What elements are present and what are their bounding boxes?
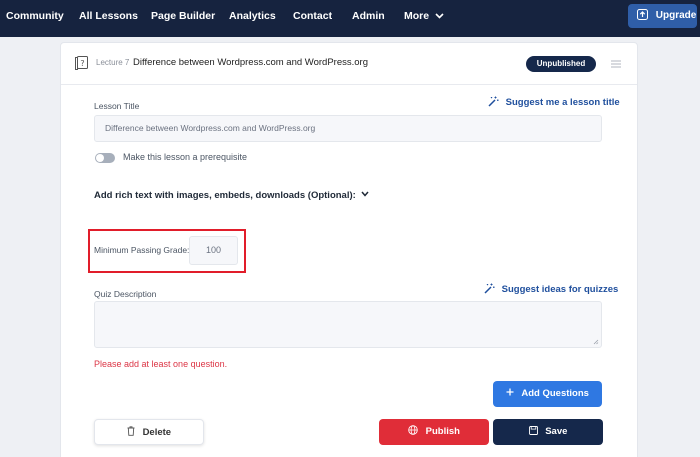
quiz-description-textarea[interactable] xyxy=(94,301,602,348)
lesson-title-label: Lesson Title xyxy=(94,101,140,111)
upgrade-button[interactable]: Upgrade xyxy=(628,4,697,28)
resize-handle-icon[interactable] xyxy=(593,339,599,345)
quiz-icon: ? xyxy=(75,56,88,70)
nav-contact[interactable]: Contact xyxy=(293,0,332,33)
add-questions-label: Add Questions xyxy=(521,388,589,399)
passing-grade-label: Minimum Passing Grade: xyxy=(94,245,190,255)
nav-page-builder[interactable]: Page Builder xyxy=(151,0,215,33)
save-button[interactable]: Save xyxy=(493,419,603,445)
plus-icon xyxy=(506,388,514,396)
top-navigation: Community All Lessons Page Builder Analy… xyxy=(0,0,700,37)
rich-text-expander[interactable]: Add rich text with images, embeds, downl… xyxy=(94,190,370,201)
globe-icon xyxy=(408,425,418,436)
suggest-quiz-link[interactable]: Suggest ideas for quizzes xyxy=(484,283,619,295)
suggest-title-link[interactable]: Suggest me a lesson title xyxy=(488,96,620,108)
nav-admin[interactable]: Admin xyxy=(352,0,385,33)
nav-community[interactable]: Community xyxy=(6,0,64,33)
save-label: Save xyxy=(545,426,568,437)
chevron-down-icon xyxy=(361,191,370,198)
nav-more[interactable]: More xyxy=(404,0,444,33)
nav-analytics[interactable]: Analytics xyxy=(229,0,276,33)
lecture-header: ? Lecture 7 Difference between Wordpress… xyxy=(61,43,637,85)
delete-button[interactable]: Delete xyxy=(94,419,204,445)
chevron-down-icon xyxy=(435,13,444,19)
publish-button[interactable]: Publish xyxy=(379,419,489,445)
error-message: Please add at least one question. xyxy=(94,359,228,369)
lesson-title-input[interactable]: Difference between Wordpress.com and Wor… xyxy=(94,115,602,142)
nav-all-lessons[interactable]: All Lessons xyxy=(79,0,138,33)
save-icon xyxy=(528,426,538,435)
lecture-number: Lecture 7 xyxy=(96,58,130,67)
add-questions-button[interactable]: Add Questions xyxy=(493,381,602,407)
lesson-card: ? Lecture 7 Difference between Wordpress… xyxy=(60,42,638,457)
magic-wand-icon xyxy=(488,96,499,107)
suggest-title-label: Suggest me a lesson title xyxy=(505,97,620,108)
prerequisite-label: Make this lesson a prerequisite xyxy=(123,152,248,162)
svg-text:?: ? xyxy=(80,59,84,68)
passing-grade-value: 100 xyxy=(205,245,222,255)
nav-more-label: More xyxy=(404,10,430,22)
delete-label: Delete xyxy=(142,427,172,438)
trash-icon xyxy=(127,426,135,437)
drag-handle-icon[interactable] xyxy=(611,60,621,68)
toggle-knob xyxy=(96,154,104,162)
lecture-title: Difference between Wordpress.com and Wor… xyxy=(133,57,368,68)
upgrade-icon xyxy=(637,8,648,20)
prerequisite-toggle[interactable] xyxy=(95,153,115,163)
suggest-quiz-label: Suggest ideas for quizzes xyxy=(501,284,619,295)
upgrade-label: Upgrade xyxy=(655,10,697,21)
status-badge[interactable]: Unpublished xyxy=(526,56,596,72)
magic-wand-icon xyxy=(484,283,495,294)
passing-grade-input[interactable]: 100 xyxy=(189,236,238,265)
lesson-title-value: Difference between Wordpress.com and Wor… xyxy=(105,123,316,133)
rich-text-label: Add rich text with images, embeds, downl… xyxy=(94,190,356,201)
quiz-description-label: Quiz Description xyxy=(94,289,157,299)
publish-label: Publish xyxy=(425,426,460,437)
